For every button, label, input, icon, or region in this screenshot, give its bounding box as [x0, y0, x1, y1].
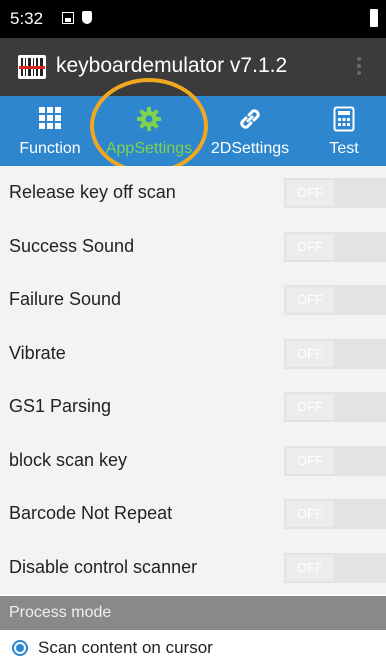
tab-label: Function	[19, 140, 81, 157]
toggle-state: OFF	[286, 394, 334, 420]
tab-test[interactable]: Test	[302, 96, 386, 166]
shield-icon	[82, 11, 92, 24]
barcode-app-icon	[18, 55, 46, 79]
battery-icon	[370, 9, 378, 27]
image-notification-icon	[62, 12, 74, 24]
settings-list: Release key off scan OFF Success Sound O…	[0, 166, 386, 594]
tab-label: Test	[329, 140, 359, 157]
link-icon	[240, 109, 260, 129]
setting-label: Release key off scan	[9, 182, 176, 202]
toggle-state: OFF	[286, 554, 334, 581]
status-bar: 5:32	[0, 0, 386, 38]
radio-label: Scan content on cursor	[38, 638, 213, 657]
toggle-state: OFF	[286, 180, 334, 206]
overflow-menu-icon[interactable]	[356, 54, 362, 82]
tab-function[interactable]: Function	[0, 96, 100, 166]
toggle-state: OFF	[286, 340, 334, 367]
toggle-state: OFF	[286, 447, 334, 474]
setting-row: block scan key OFF	[0, 433, 386, 487]
toggle-state: OFF	[286, 233, 334, 260]
setting-label: block scan key	[9, 449, 128, 470]
toggle-switch[interactable]: OFF	[284, 338, 386, 369]
setting-row: Release key off scan OFF	[0, 166, 386, 220]
toggle-state: OFF	[286, 287, 334, 313]
radio-button[interactable]	[12, 640, 28, 656]
setting-label: Barcode Not Repeat	[9, 503, 173, 523]
setting-label: GS1 Parsing	[9, 396, 112, 416]
setting-label: Disable control scanner	[9, 556, 198, 577]
section-title: Process mode	[9, 604, 112, 621]
app-bar: keyboardemulator v7.1.2	[0, 38, 386, 96]
process-mode-header: Process mode	[0, 596, 386, 630]
setting-label: Failure Sound	[9, 289, 122, 309]
toggle-switch[interactable]: OFF	[284, 445, 386, 476]
toggle-switch[interactable]: OFF	[284, 392, 386, 422]
toggle-switch[interactable]: OFF	[284, 499, 386, 529]
gear-icon	[137, 107, 161, 131]
radio-option[interactable]: Scan content on cursor	[0, 630, 386, 667]
setting-row: Vibrate OFF	[0, 326, 386, 380]
setting-row: Success Sound OFF	[0, 219, 386, 273]
toggle-switch[interactable]: OFF	[284, 552, 386, 583]
app-title: keyboardemulator v7.1.2	[56, 54, 288, 77]
tab-appsettings[interactable]: AppSettings	[100, 96, 198, 166]
tab-2dsettings[interactable]: 2DSettings	[198, 96, 302, 166]
tab-label: AppSettings	[105, 140, 193, 157]
tab-label: 2DSettings	[210, 140, 290, 157]
toggle-switch[interactable]: OFF	[284, 231, 386, 262]
setting-label: Success Sound	[9, 235, 135, 256]
setting-label: Vibrate	[9, 342, 66, 363]
calculator-icon	[333, 106, 355, 132]
status-time: 5:32	[10, 9, 44, 28]
setting-row: Failure Sound OFF	[0, 273, 386, 327]
setting-row: Disable control scanner OFF	[0, 540, 386, 594]
toggle-switch[interactable]: OFF	[284, 285, 386, 315]
setting-row: Barcode Not Repeat OFF	[0, 487, 386, 541]
grid-icon	[39, 107, 61, 129]
toggle-switch[interactable]: OFF	[284, 178, 386, 208]
toggle-state: OFF	[286, 501, 334, 527]
setting-row: GS1 Parsing OFF	[0, 380, 386, 434]
tab-bar: Function AppSettings 2DSettings Test	[0, 96, 386, 166]
